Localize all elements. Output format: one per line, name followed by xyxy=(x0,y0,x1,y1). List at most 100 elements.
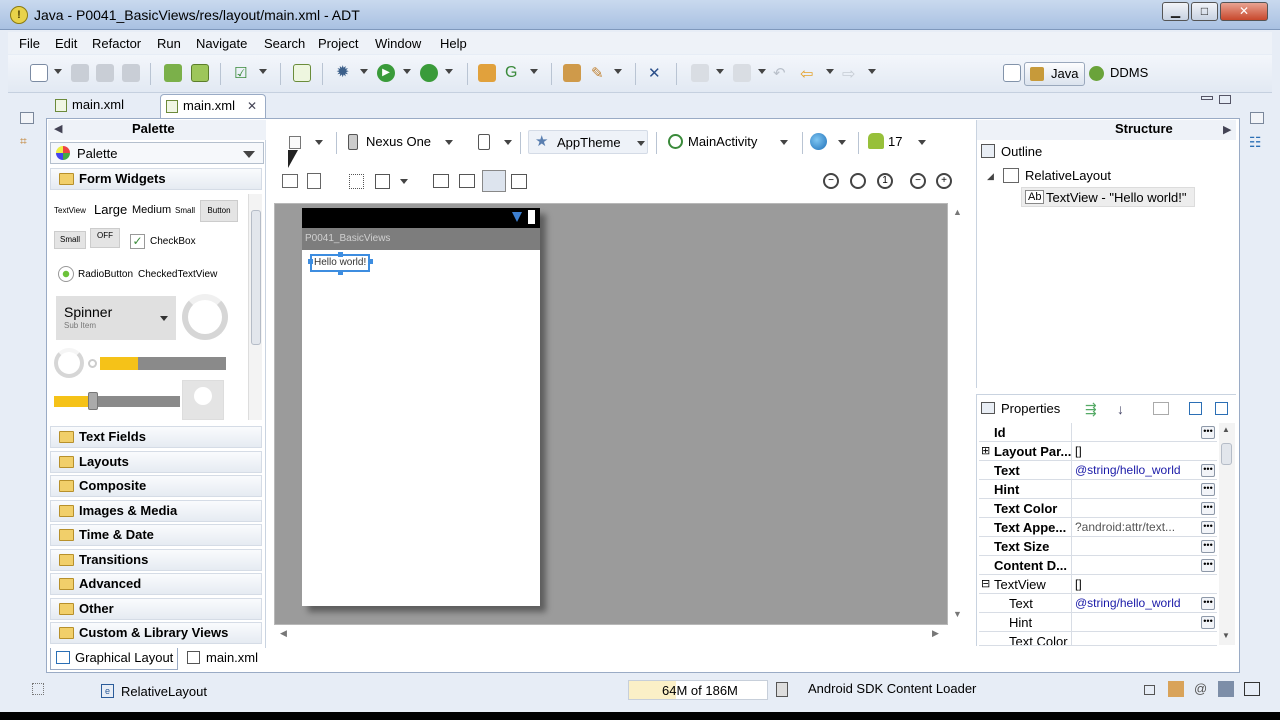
chevron-down-icon[interactable] xyxy=(360,69,368,74)
close-tab-icon[interactable]: ✕ xyxy=(247,95,257,117)
property-row-text-color[interactable]: Text Color ••• xyxy=(979,499,1217,518)
category-layouts[interactable]: Layouts xyxy=(50,451,262,473)
ellipsis-icon[interactable]: ••• xyxy=(1201,502,1215,515)
property-value[interactable]: @string/hello_world xyxy=(1075,463,1199,477)
checkbox-icon[interactable]: ✓ xyxy=(130,234,145,249)
canvas-vertical-scrollbar[interactable]: ▲ ▼ xyxy=(948,203,968,625)
widget-small-text[interactable]: Small xyxy=(175,206,195,215)
menu-help[interactable]: Help xyxy=(440,36,467,51)
save-all-icon[interactable] xyxy=(96,64,114,82)
margins-icon[interactable] xyxy=(349,174,364,189)
chevron-down-icon[interactable] xyxy=(315,140,323,145)
chevron-down-icon[interactable] xyxy=(716,69,724,74)
chevron-down-icon[interactable] xyxy=(403,69,411,74)
fast-view-icon[interactable] xyxy=(32,683,44,695)
layout-mode-icon[interactable] xyxy=(482,170,506,192)
expand-all-icon[interactable] xyxy=(1189,402,1202,415)
console-icon[interactable] xyxy=(1244,682,1260,696)
ellipsis-icon[interactable]: ••• xyxy=(1201,597,1215,610)
heap-status[interactable]: 64M of 186M xyxy=(628,680,768,700)
ellipsis-icon[interactable]: ••• xyxy=(1201,483,1215,496)
close-button[interactable]: ✕ xyxy=(1220,2,1268,21)
package-explorer-icon[interactable]: ⌗ xyxy=(20,134,34,148)
widget-button[interactable]: Button xyxy=(200,200,238,222)
widget-medium-text[interactable]: Medium xyxy=(132,204,171,216)
expand-icon[interactable]: ⊞ xyxy=(981,444,990,457)
scroll-down-icon[interactable]: ▼ xyxy=(1222,631,1230,640)
restore-icon[interactable] xyxy=(20,112,34,124)
ellipsis-icon[interactable]: ••• xyxy=(1201,521,1215,534)
new-java-package-icon[interactable] xyxy=(478,64,496,82)
palette-scrollbar[interactable] xyxy=(248,194,262,420)
property-row-text-appearance[interactable]: Text Appe... ?android:attr/text... ••• xyxy=(979,518,1217,537)
next-annotation-icon[interactable] xyxy=(691,64,709,82)
ddms-perspective-button[interactable]: DDMS xyxy=(1084,62,1154,86)
widget-large-text[interactable]: Large xyxy=(94,202,127,217)
java-perspective-button[interactable]: Java xyxy=(1024,62,1086,86)
garbage-collect-icon[interactable] xyxy=(776,682,788,697)
sort-az-icon[interactable]: ↓ xyxy=(1117,401,1135,417)
editor-tab-main-xml-1[interactable]: main.xml xyxy=(50,94,158,118)
toggle-fill-width-icon[interactable] xyxy=(282,174,298,188)
print-icon[interactable] xyxy=(122,64,140,82)
scroll-left-icon[interactable]: ◀ xyxy=(280,628,287,639)
search-icon[interactable]: ✎ xyxy=(591,64,609,82)
last-edit-icon[interactable]: ↶ xyxy=(773,64,791,82)
scroll-up-icon[interactable]: ▲ xyxy=(953,207,962,217)
distribute-icon[interactable] xyxy=(433,174,449,188)
chevron-down-icon[interactable] xyxy=(530,69,538,74)
property-row-text-size[interactable]: Text Size ••• xyxy=(979,537,1217,556)
tasks-icon[interactable] xyxy=(1168,681,1184,697)
collapse-left-icon[interactable]: ◀ xyxy=(54,122,62,135)
checklist-icon[interactable]: ☑ xyxy=(234,64,252,82)
category-text-fields[interactable]: Text Fields xyxy=(50,426,262,448)
menu-navigate[interactable]: Navigate xyxy=(196,36,247,51)
selection-handle[interactable] xyxy=(308,259,313,264)
collapse-all-icon[interactable] xyxy=(1215,402,1228,415)
property-value[interactable]: @string/hello_world xyxy=(1075,596,1199,610)
category-composite[interactable]: Composite xyxy=(50,475,262,497)
progress-large-icon[interactable] xyxy=(182,294,228,340)
chevron-down-icon[interactable] xyxy=(614,69,622,74)
new-icon[interactable] xyxy=(30,64,48,82)
api-level-selector[interactable]: 17 xyxy=(868,130,930,154)
menu-file[interactable]: File xyxy=(19,36,40,51)
open-type-icon[interactable] xyxy=(563,64,581,82)
chevron-down-icon[interactable] xyxy=(826,69,834,74)
run-external-tools-icon[interactable] xyxy=(420,64,438,82)
widget-textview[interactable]: TextView xyxy=(54,206,86,215)
category-other[interactable]: Other xyxy=(50,598,262,620)
zoom-in-icon[interactable]: + xyxy=(936,173,952,189)
collapse-icon[interactable]: ⊟ xyxy=(981,577,990,590)
outline-node-textview[interactable]: Ab TextView - "Hello world!" xyxy=(1021,187,1195,207)
save-icon[interactable] xyxy=(71,64,89,82)
zoom-out-2-icon[interactable]: − xyxy=(910,173,926,189)
chevron-down-icon[interactable] xyxy=(445,69,453,74)
seekbar[interactable] xyxy=(54,396,180,407)
ellipsis-icon[interactable]: ••• xyxy=(1201,426,1215,439)
radio-icon[interactable] xyxy=(58,266,74,282)
editor-tab-main-xml-2[interactable]: main.xml ✕ xyxy=(160,94,266,118)
canvas-horizontal-scrollbar[interactable]: ◀ ▶ xyxy=(274,625,948,645)
menu-window[interactable]: Window xyxy=(375,36,421,51)
toggle-fill-height-icon[interactable] xyxy=(307,173,321,189)
tab-main-xml-source[interactable]: main.xml xyxy=(182,648,266,670)
device-selector[interactable]: Nexus One xyxy=(346,130,458,154)
declaration-icon[interactable] xyxy=(1218,681,1234,697)
property-row-content-description[interactable]: Content D... ••• xyxy=(979,556,1217,575)
resize-icon[interactable] xyxy=(375,174,390,189)
maximize-editor-icon[interactable] xyxy=(1219,95,1231,104)
category-time-date[interactable]: Time & Date xyxy=(50,524,262,546)
avd-manager-icon[interactable] xyxy=(191,64,209,82)
restore-view-icon[interactable] xyxy=(1144,685,1155,695)
progress-medium-icon[interactable] xyxy=(54,348,84,378)
property-row-layout-params[interactable]: ⊞ Layout Par...[] xyxy=(979,442,1217,461)
property-value[interactable]: ?android:attr/text... xyxy=(1075,520,1199,534)
outline-trim-icon[interactable]: ☷ xyxy=(1249,134,1265,150)
ellipsis-icon[interactable]: ••• xyxy=(1201,540,1215,553)
zoom-fit-icon[interactable] xyxy=(850,173,866,189)
filter-icon[interactable]: ⇶ xyxy=(1085,401,1103,417)
locale-selector[interactable] xyxy=(810,130,852,154)
menu-refactor[interactable]: Refactor xyxy=(92,36,141,51)
category-advanced[interactable]: Advanced xyxy=(50,573,262,595)
